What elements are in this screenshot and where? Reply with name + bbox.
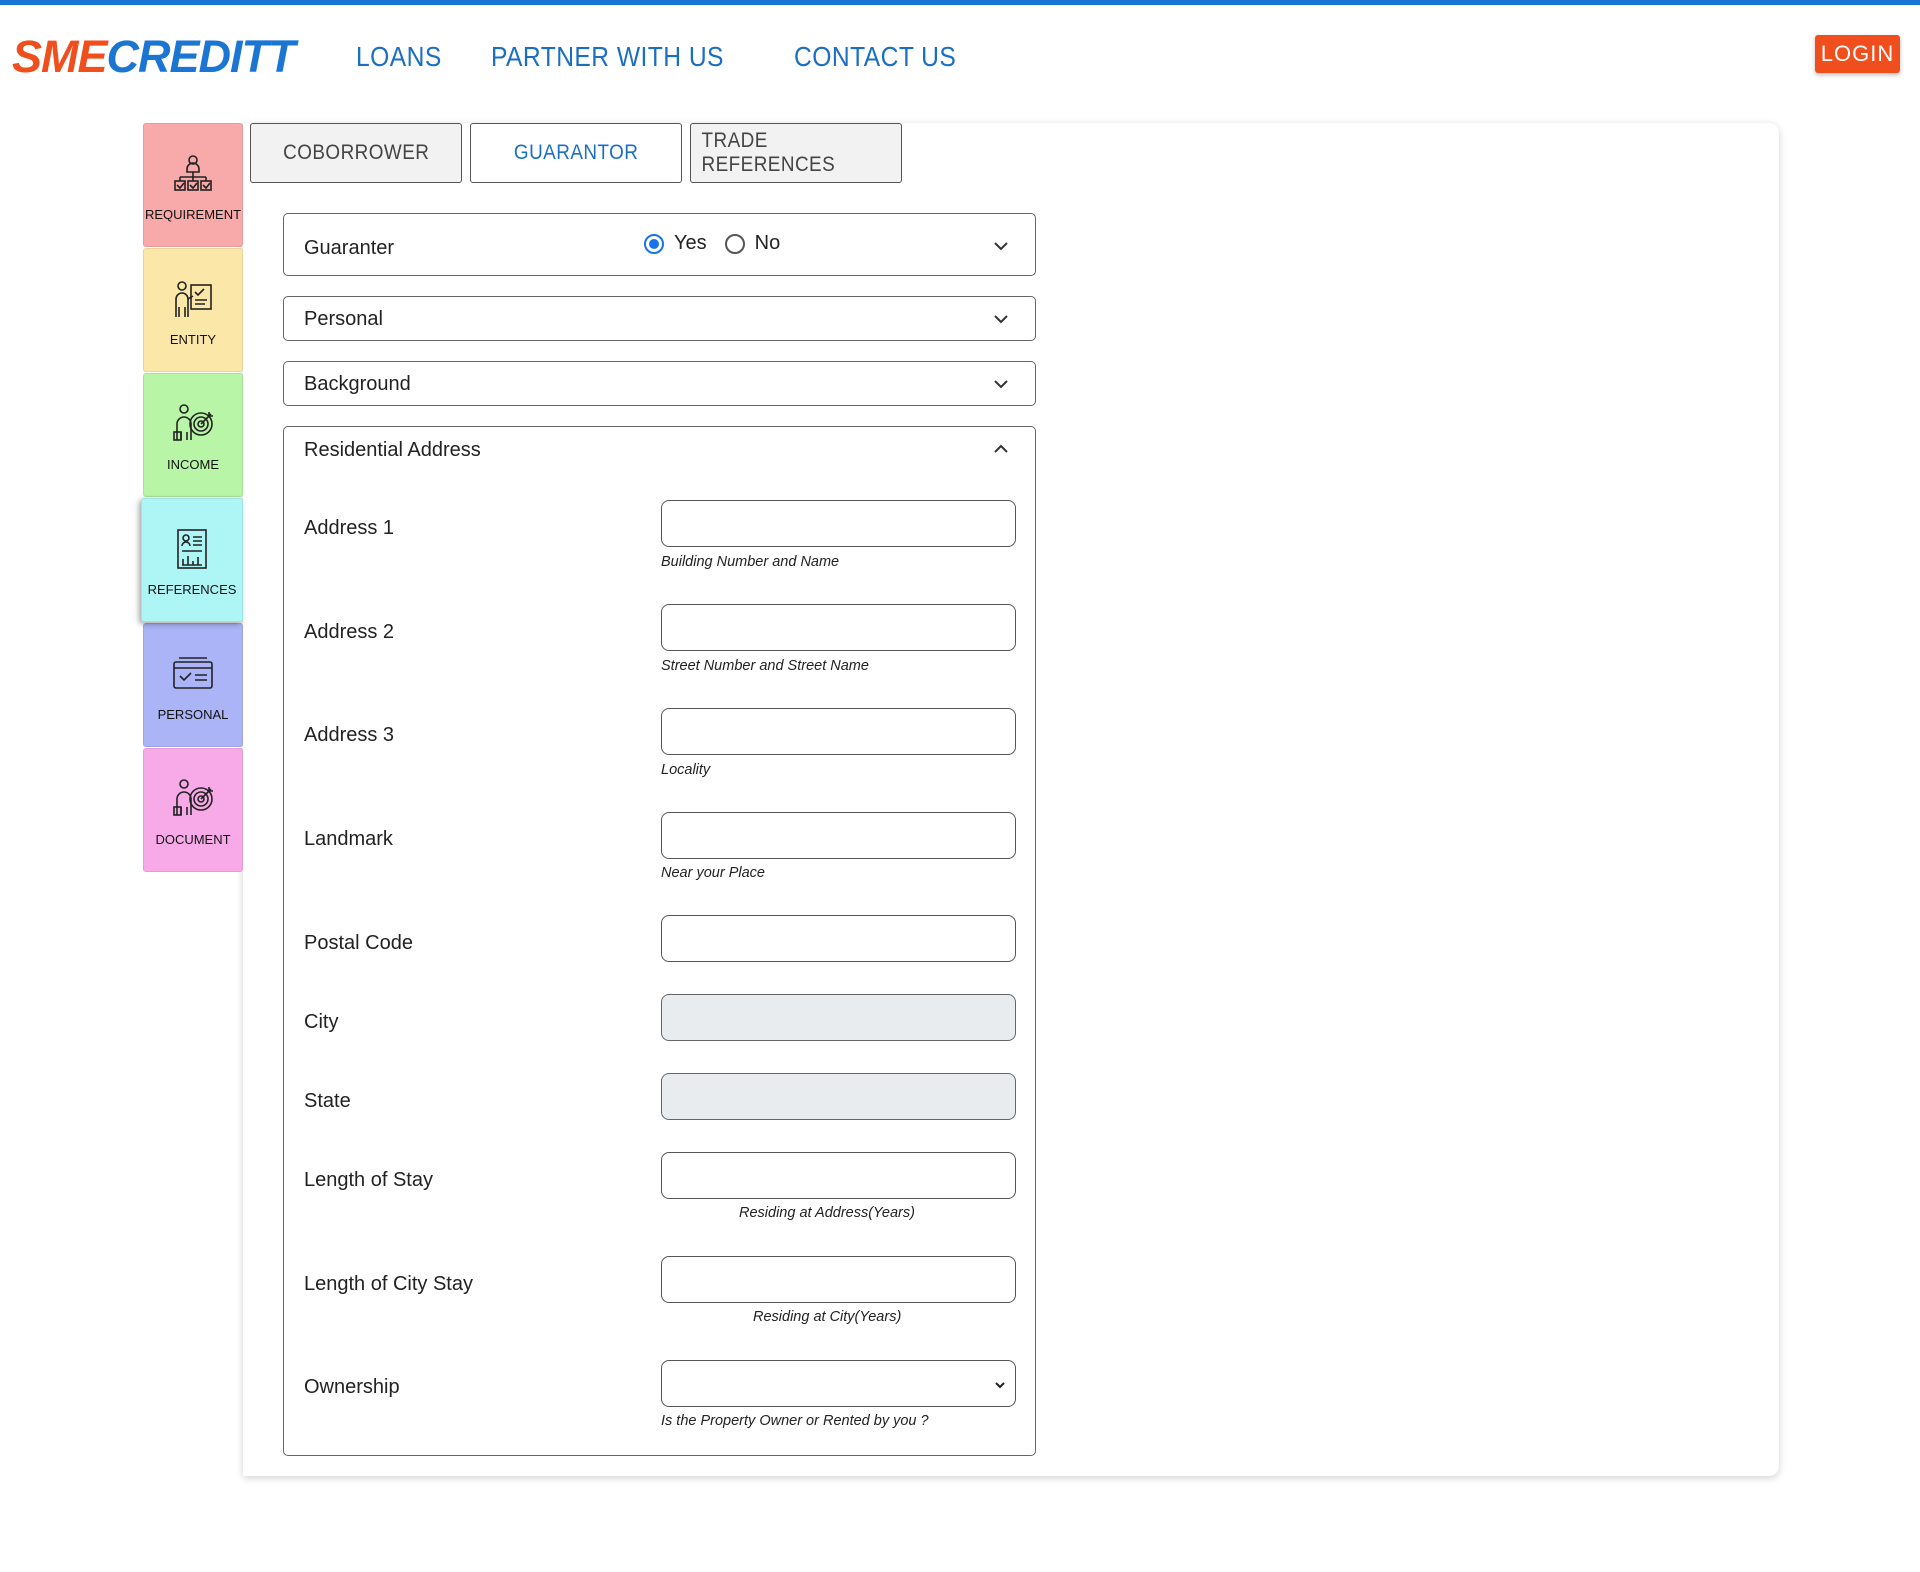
- address2-label: Address 2: [304, 621, 395, 643]
- landmark-label: Landmark: [304, 828, 393, 850]
- city-input: [661, 994, 1016, 1041]
- sidebar-item-income[interactable]: INCOME: [143, 373, 243, 497]
- sidebar-item-label: ENTITY: [169, 332, 217, 347]
- nav-loans[interactable]: LOANS: [356, 37, 442, 77]
- sidebar-item-requirement[interactable]: REQUIREMENT: [143, 123, 243, 247]
- radio-yes-label: Yes: [674, 232, 707, 254]
- sidebar-item-label: REFERENCES: [147, 582, 237, 597]
- sidebar-item-document[interactable]: DOCUMENT: [143, 748, 243, 872]
- header: SMECREDITT LOANS PARTNER WITH US CONTACT…: [0, 5, 1920, 105]
- length-of-stay-input[interactable]: [661, 1152, 1016, 1199]
- sidebar-item-references[interactable]: REFERENCES: [141, 498, 243, 622]
- chevron-down-icon: [995, 1382, 1005, 1389]
- address1-hint: Building Number and Name: [661, 554, 840, 570]
- residential-section-title: Residential Address: [304, 439, 481, 461]
- tab-guarantor[interactable]: GUARANTOR: [470, 123, 682, 183]
- sidebar-item-label: INCOME: [167, 457, 219, 472]
- chevron-down-icon[interactable]: [993, 238, 1009, 254]
- residential-address-panel: Residential Address Address 1 Building N…: [283, 426, 1036, 1456]
- length-of-city-stay-input[interactable]: [661, 1256, 1016, 1303]
- personal-section-title: Personal: [304, 308, 383, 330]
- logo-text-creditt: CREDITT: [106, 31, 296, 82]
- sidebar-item-label: DOCUMENT: [155, 832, 231, 847]
- address2-input[interactable]: [661, 604, 1016, 651]
- logo[interactable]: SMECREDITT: [12, 31, 296, 83]
- radio-no-label: No: [754, 232, 781, 254]
- ownership-select[interactable]: [661, 1360, 1016, 1407]
- tab-label: COBORROWER: [282, 141, 430, 164]
- presenter-icon: [175, 281, 212, 317]
- postal-code-input[interactable]: [661, 915, 1016, 962]
- background-section-title: Background: [304, 373, 411, 395]
- length-of-city-stay-label: Length of City Stay: [304, 1273, 473, 1295]
- city-label: City: [304, 1011, 339, 1033]
- address3-label: Address 3: [304, 724, 395, 746]
- card-check-icon: [173, 657, 213, 689]
- tab-bar: COBORROWER GUARANTOR TRADE REFERENCES: [250, 123, 902, 183]
- guaranter-radio-group: Yes No: [644, 232, 788, 255]
- chevron-up-icon[interactable]: [993, 441, 1009, 457]
- target-person-icon: [173, 779, 213, 816]
- sidebar-item-entity[interactable]: ENTITY: [143, 248, 243, 372]
- guaranter-panel[interactable]: Guaranter Yes No: [283, 213, 1036, 276]
- ownership-hint: Is the Property Owner or Rented by you ?: [661, 1413, 929, 1429]
- chevron-down-icon[interactable]: [993, 311, 1009, 327]
- landmark-hint: Near your Place: [661, 865, 765, 881]
- address1-input[interactable]: [661, 500, 1016, 547]
- background-panel[interactable]: Background: [283, 361, 1036, 406]
- ownership-label: Ownership: [304, 1376, 400, 1398]
- length-of-city-stay-hint: Residing at City(Years): [753, 1309, 902, 1325]
- tab-label: GUARANTOR: [513, 141, 639, 164]
- personal-panel[interactable]: Personal: [283, 296, 1036, 341]
- sidebar-item-label: REQUIREMENT: [144, 207, 242, 222]
- tab-coborrower[interactable]: COBORROWER: [250, 123, 462, 183]
- radio-no[interactable]: [724, 233, 745, 254]
- radio-yes[interactable]: [644, 233, 664, 254]
- sidebar-item-label: PERSONAL: [157, 707, 229, 722]
- report-icon: [177, 529, 207, 569]
- length-of-stay-hint: Residing at Address(Years): [739, 1205, 915, 1221]
- state-input: [661, 1073, 1016, 1120]
- nav-contact-us[interactable]: CONTACT US: [794, 37, 956, 77]
- main-nav: LOANS PARTNER WITH US CONTACT US: [356, 37, 979, 77]
- guaranter-label: Guaranter: [304, 237, 395, 259]
- address2-hint: Street Number and Street Name: [661, 658, 869, 674]
- org-check-icon: [174, 155, 212, 191]
- state-label: State: [304, 1090, 351, 1112]
- address3-input[interactable]: [661, 708, 1016, 755]
- target-person-icon: [173, 404, 213, 441]
- logo-text-sme: SME: [12, 31, 108, 82]
- address3-hint: Locality: [661, 762, 711, 778]
- tab-trade-references[interactable]: TRADE REFERENCES: [690, 123, 902, 183]
- sidebar-item-personal[interactable]: PERSONAL: [143, 623, 243, 747]
- landmark-input[interactable]: [661, 812, 1016, 859]
- postal-code-label: Postal Code: [304, 932, 413, 954]
- tab-label: TRADE REFERENCES: [701, 129, 836, 176]
- address1-label: Address 1: [304, 517, 395, 539]
- login-button[interactable]: LOGIN: [1815, 35, 1900, 73]
- chevron-down-icon[interactable]: [993, 376, 1009, 392]
- length-of-stay-label: Length of Stay: [304, 1169, 433, 1191]
- nav-partner-with-us[interactable]: PARTNER WITH US: [491, 37, 724, 77]
